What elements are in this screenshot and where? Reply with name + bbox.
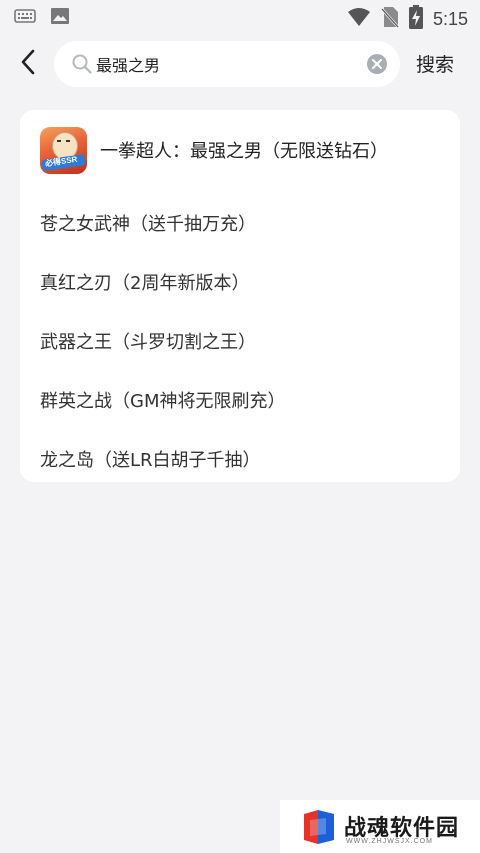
search-results: 必得SSR 一拳超人：最强之男（无限送钻石） 苍之女武神（送千抽万充） 真红之刃…: [20, 110, 460, 482]
keyboard-icon: [14, 8, 36, 28]
search-input[interactable]: [96, 41, 356, 87]
search-box[interactable]: [54, 41, 400, 87]
list-item[interactable]: 龙之岛（送LR白胡子千抽）: [40, 446, 261, 472]
list-item[interactable]: 真红之刃（2周年新版本）: [40, 269, 249, 295]
list-item[interactable]: 武器之王（斗罗切割之王）: [40, 328, 256, 354]
no-sim-icon: [381, 6, 399, 32]
chevron-left-icon: [20, 49, 36, 79]
clear-icon[interactable]: [366, 53, 388, 75]
list-item[interactable]: 苍之女武神（送千抽万充）: [40, 210, 256, 236]
search-button[interactable]: 搜索: [416, 50, 454, 77]
watermark-url: WWW.ZHJWSJX.COM: [346, 838, 433, 845]
search-icon: [71, 53, 93, 79]
battery-charging-icon: [408, 5, 423, 33]
app-icon: 必得SSR: [40, 126, 87, 174]
top-result-title: 一拳超人：最强之男（无限送钻石）: [100, 141, 388, 162]
watermark: 战魂软件园 WWW.ZHJWSJX.COM: [280, 800, 480, 853]
top-result-item[interactable]: 必得SSR 一拳超人：最强之男（无限送钻石）: [40, 126, 450, 174]
list-item[interactable]: 群英之战（GM神将无限刷充）: [40, 387, 285, 413]
status-bar: 5:15: [0, 0, 480, 34]
status-time: 5:15: [432, 8, 468, 29]
back-button[interactable]: [14, 49, 42, 79]
watermark-logo-icon: [300, 808, 338, 850]
image-icon: [50, 7, 70, 29]
wifi-icon: [347, 7, 371, 31]
